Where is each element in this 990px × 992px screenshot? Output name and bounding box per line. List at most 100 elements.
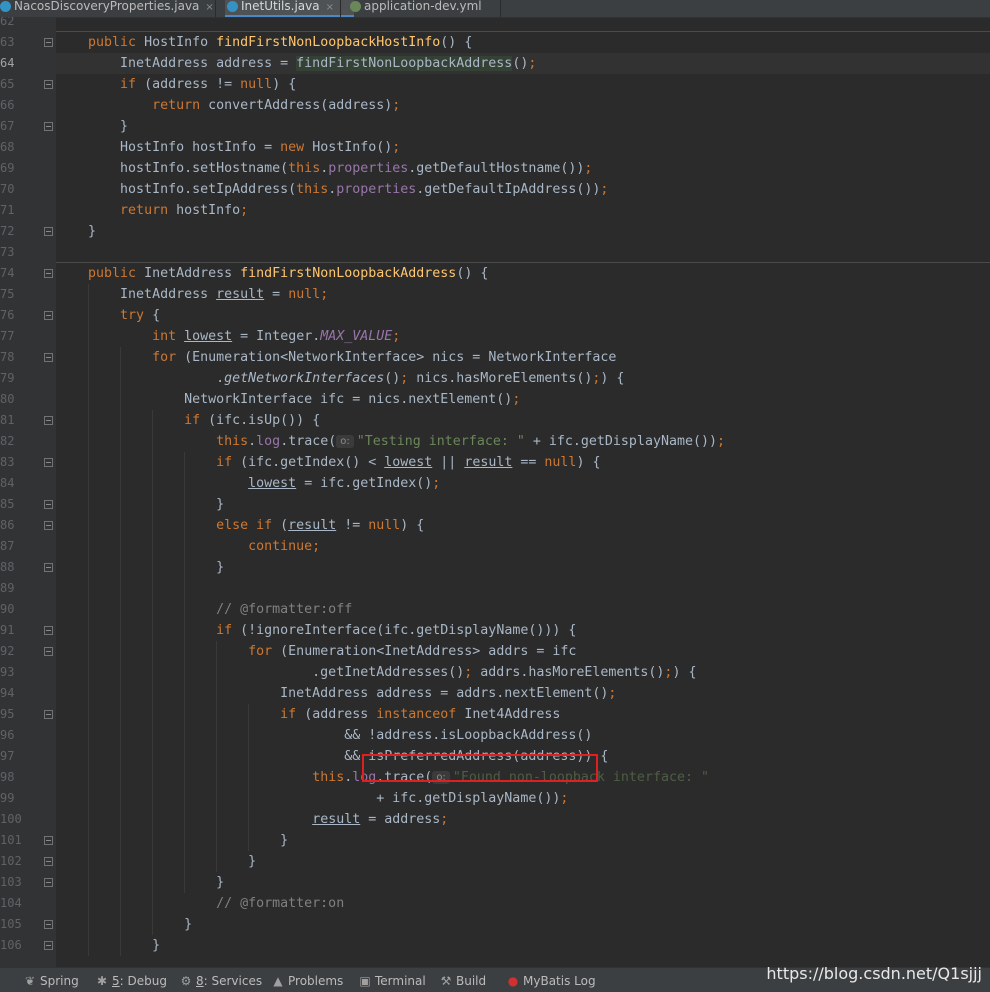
- code-line[interactable]: for (Enumeration<InetAddress> addrs = if…: [56, 641, 990, 662]
- code-line[interactable]: int lowest = Integer.MAX_VALUE;: [56, 326, 990, 347]
- code-line[interactable]: .getNetworkInterfaces(); nics.hasMoreEle…: [56, 368, 990, 389]
- code-line[interactable]: InetAddress address = findFirstNonLoopba…: [56, 53, 990, 74]
- code-line[interactable]: if (address instanceof Inet4Address: [56, 704, 990, 725]
- fold-toggle-icon[interactable]: [44, 500, 53, 509]
- tool-window-terminal[interactable]: ▣ Terminal: [359, 973, 425, 989]
- fold-toggle-icon[interactable]: [44, 311, 53, 320]
- code-line[interactable]: return convertAddress(address);: [56, 95, 990, 116]
- fold-toggle-icon[interactable]: [44, 122, 53, 131]
- code-line[interactable]: else if (result != null) {: [56, 515, 990, 536]
- code-line[interactable]: && isPreferredAddress(address)) {: [56, 746, 990, 767]
- line-number: 65: [0, 77, 15, 91]
- code-token: (Enumeration<InetAddress> addrs = ifc: [280, 644, 577, 659]
- code-line[interactable]: InetAddress address = addrs.nextElement(…: [56, 683, 990, 704]
- fold-toggle-icon[interactable]: [44, 521, 53, 530]
- code-token: else if: [216, 518, 281, 533]
- line-number: 99: [0, 791, 15, 805]
- code-line[interactable]: }: [56, 221, 990, 242]
- fold-toggle-icon[interactable]: [44, 857, 53, 866]
- fold-toggle-icon[interactable]: [44, 836, 53, 845]
- code-line[interactable]: }: [56, 116, 990, 137]
- code-line[interactable]: [56, 17, 990, 32]
- line-number: 74: [0, 266, 15, 280]
- line-number: 70: [0, 182, 15, 196]
- code-line[interactable]: HostInfo hostInfo = new HostInfo();: [56, 137, 990, 158]
- tab-nacosdiscoveryproperties-java[interactable]: NacosDiscoveryProperties.java ×: [0, 0, 229, 17]
- code-line[interactable]: return hostInfo;: [56, 200, 990, 221]
- fold-toggle-icon[interactable]: [44, 647, 53, 656]
- code-token: convertAddress(address): [208, 98, 393, 113]
- fold-toggle-icon[interactable]: [44, 878, 53, 887]
- tool-window-build[interactable]: ⚒ Build: [440, 973, 487, 989]
- code-line[interactable]: if (ifc.isUp()) {: [56, 410, 990, 431]
- fold-toggle-icon[interactable]: [44, 626, 53, 635]
- code-line[interactable]: this.log.trace(o: "Found non-loopback int…: [56, 767, 990, 788]
- code-line[interactable]: public InetAddress findFirstNonLoopbackA…: [56, 263, 990, 284]
- fold-toggle-icon[interactable]: [44, 458, 53, 467]
- code-line[interactable]: .getInetAddresses(); addrs.hasMoreElemen…: [56, 662, 990, 683]
- fold-toggle-icon[interactable]: [44, 269, 53, 278]
- tab-application-dev-yml[interactable]: application-dev.yml: [348, 0, 514, 17]
- line-number: 89: [0, 581, 15, 595]
- code-line[interactable]: hostInfo.setHostname(this.properties.get…: [56, 158, 990, 179]
- tab-separator: [215, 0, 216, 17]
- code-editor[interactable]: public HostInfo findFirstNonLoopbackHost…: [56, 17, 990, 967]
- code-line[interactable]: for (Enumeration<NetworkInterface> nics …: [56, 347, 990, 368]
- code-line[interactable]: hostInfo.setIpAddress(this.properties.ge…: [56, 179, 990, 200]
- code-token: }: [56, 833, 289, 848]
- code-line[interactable]: }: [56, 935, 990, 956]
- code-token: ) {: [576, 455, 601, 470]
- code-line[interactable]: try {: [56, 305, 990, 326]
- code-token: () {: [456, 266, 489, 281]
- tool-window-spring[interactable]: ❦ Spring: [24, 973, 79, 989]
- tab-label: application-dev.yml: [364, 0, 482, 13]
- code-line[interactable]: continue;: [56, 536, 990, 557]
- fold-toggle-icon[interactable]: [44, 563, 53, 572]
- close-tab-icon[interactable]: ×: [205, 2, 213, 13]
- code-token: lowest: [248, 476, 297, 491]
- fold-toggle-icon[interactable]: [44, 80, 53, 89]
- code-line[interactable]: [56, 242, 990, 263]
- code-line[interactable]: [56, 578, 990, 599]
- fold-toggle-icon[interactable]: [44, 227, 53, 236]
- code-line[interactable]: + ifc.getDisplayName());: [56, 788, 990, 809]
- code-line[interactable]: }: [56, 872, 990, 893]
- code-line[interactable]: if (address != null) {: [56, 74, 990, 95]
- code-line[interactable]: }: [56, 830, 990, 851]
- code-line[interactable]: if (ifc.getIndex() < lowest || result ==…: [56, 452, 990, 473]
- tool-window-services[interactable]: ⚙ 8: Services: [180, 973, 263, 989]
- code-line[interactable]: lowest = ifc.getIndex();: [56, 473, 990, 494]
- code-token: if: [216, 455, 241, 470]
- code-line[interactable]: NetworkInterface ifc = nics.nextElement(…: [56, 389, 990, 410]
- code-line[interactable]: InetAddress result = null;: [56, 284, 990, 305]
- code-line[interactable]: }: [56, 914, 990, 935]
- code-line[interactable]: }: [56, 557, 990, 578]
- fold-toggle-icon[interactable]: [44, 920, 53, 929]
- tool-window-mybatis-log[interactable]: ● MyBatis Log: [507, 973, 596, 989]
- code-line[interactable]: result = address;: [56, 809, 990, 830]
- code-line[interactable]: public HostInfo findFirstNonLoopbackHost…: [56, 32, 990, 53]
- fold-toggle-icon[interactable]: [44, 710, 53, 719]
- tool-window-problems[interactable]: ▲ Problems: [272, 973, 343, 989]
- fold-toggle-icon[interactable]: [44, 941, 53, 950]
- code-line[interactable]: }: [56, 494, 990, 515]
- tool-window-debug[interactable]: ✱ 5: Debug: [96, 973, 167, 989]
- code-line[interactable]: if (!ignoreInterface(ifc.getDisplayName(…: [56, 620, 990, 641]
- code-token: (ifc.getIndex() <: [240, 455, 385, 470]
- code-token: if: [280, 707, 305, 722]
- close-tab-icon[interactable]: ×: [326, 2, 334, 13]
- code-line[interactable]: this.log.trace(o: "Testing interface: " +…: [56, 431, 990, 452]
- fold-toggle-icon[interactable]: [44, 38, 53, 47]
- fold-toggle-icon[interactable]: [44, 416, 53, 425]
- tab-inetutils-java[interactable]: InetUtils.java ×: [225, 0, 354, 17]
- code-line[interactable]: && !address.isLoopbackAddress(): [56, 725, 990, 746]
- code-line[interactable]: // @formatter:on: [56, 893, 990, 914]
- code-line[interactable]: }: [56, 851, 990, 872]
- code-line[interactable]: // @formatter:off: [56, 599, 990, 620]
- code-token: ;: [560, 791, 569, 806]
- code-token: result: [464, 455, 513, 470]
- code-token: }: [56, 938, 161, 953]
- fold-toggle-icon[interactable]: [44, 353, 53, 362]
